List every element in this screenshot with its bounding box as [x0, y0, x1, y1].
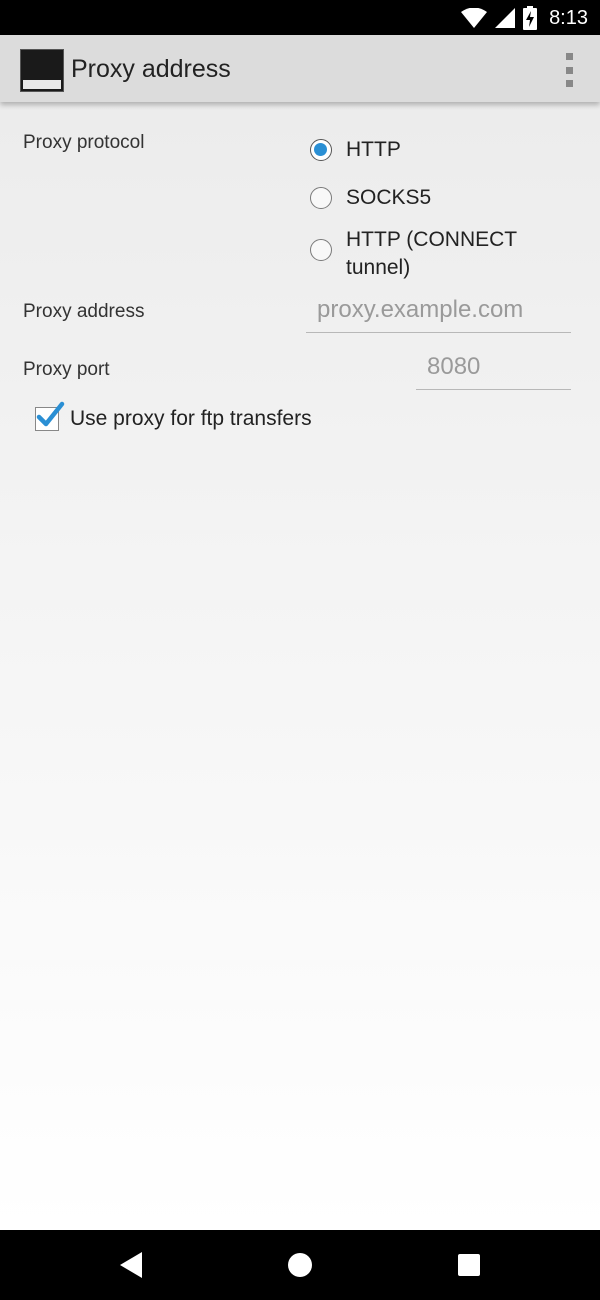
more-vertical-icon-dot	[565, 53, 573, 60]
navigation-bar	[0, 1230, 600, 1300]
ftp-proxy-checkbox-row[interactable]: Use proxy for ftp transfers	[35, 401, 312, 431]
radio-option-socks5[interactable]: SOCKS5	[310, 184, 556, 212]
ftp-proxy-checkbox[interactable]	[35, 401, 65, 431]
checkmark-icon	[36, 401, 65, 427]
status-icons: 8:13	[461, 6, 588, 30]
status-time: 8:13	[549, 6, 588, 29]
wifi-icon	[461, 8, 488, 28]
more-vertical-icon-dot	[565, 66, 573, 74]
proxy-settings-form: Proxy protocol HTTP SOCKS5 HTTP (CONNECT…	[0, 102, 600, 1230]
battery-charging-icon	[523, 6, 538, 30]
radio-button-http[interactable]	[310, 139, 332, 161]
radio-label-socks5[interactable]: SOCKS5	[346, 184, 556, 212]
ftp-proxy-checkbox-label[interactable]: Use proxy for ftp transfers	[70, 407, 312, 431]
radio-label-http[interactable]: HTTP	[346, 136, 556, 164]
page-title: Proxy address	[71, 55, 231, 83]
status-bar: 8:13	[0, 0, 600, 35]
httrack-logo-icon	[21, 50, 63, 91]
proxy-port-label: Proxy port	[23, 359, 110, 380]
radio-option-http-connect[interactable]: HTTP (CONNECT tunnel)	[310, 226, 556, 282]
home-icon[interactable]	[288, 1253, 312, 1277]
proxy-address-label: Proxy address	[23, 301, 145, 322]
proxy-address-input[interactable]	[306, 294, 571, 333]
radio-button-http-connect[interactable]	[310, 239, 332, 261]
radio-option-http[interactable]: HTTP	[310, 136, 556, 164]
app-bar: Proxy address	[0, 35, 600, 102]
recents-icon[interactable]	[458, 1254, 480, 1276]
back-icon[interactable]	[120, 1252, 142, 1278]
proxy-protocol-label: Proxy protocol	[23, 132, 145, 153]
more-vertical-icon-dot	[565, 80, 573, 87]
more-options-button[interactable]	[560, 53, 578, 87]
proxy-port-input[interactable]	[416, 351, 571, 390]
radio-button-socks5[interactable]	[310, 187, 332, 209]
radio-label-http-connect[interactable]: HTTP (CONNECT tunnel)	[346, 226, 556, 282]
cellular-signal-icon	[495, 8, 516, 28]
app-logo	[20, 49, 64, 92]
